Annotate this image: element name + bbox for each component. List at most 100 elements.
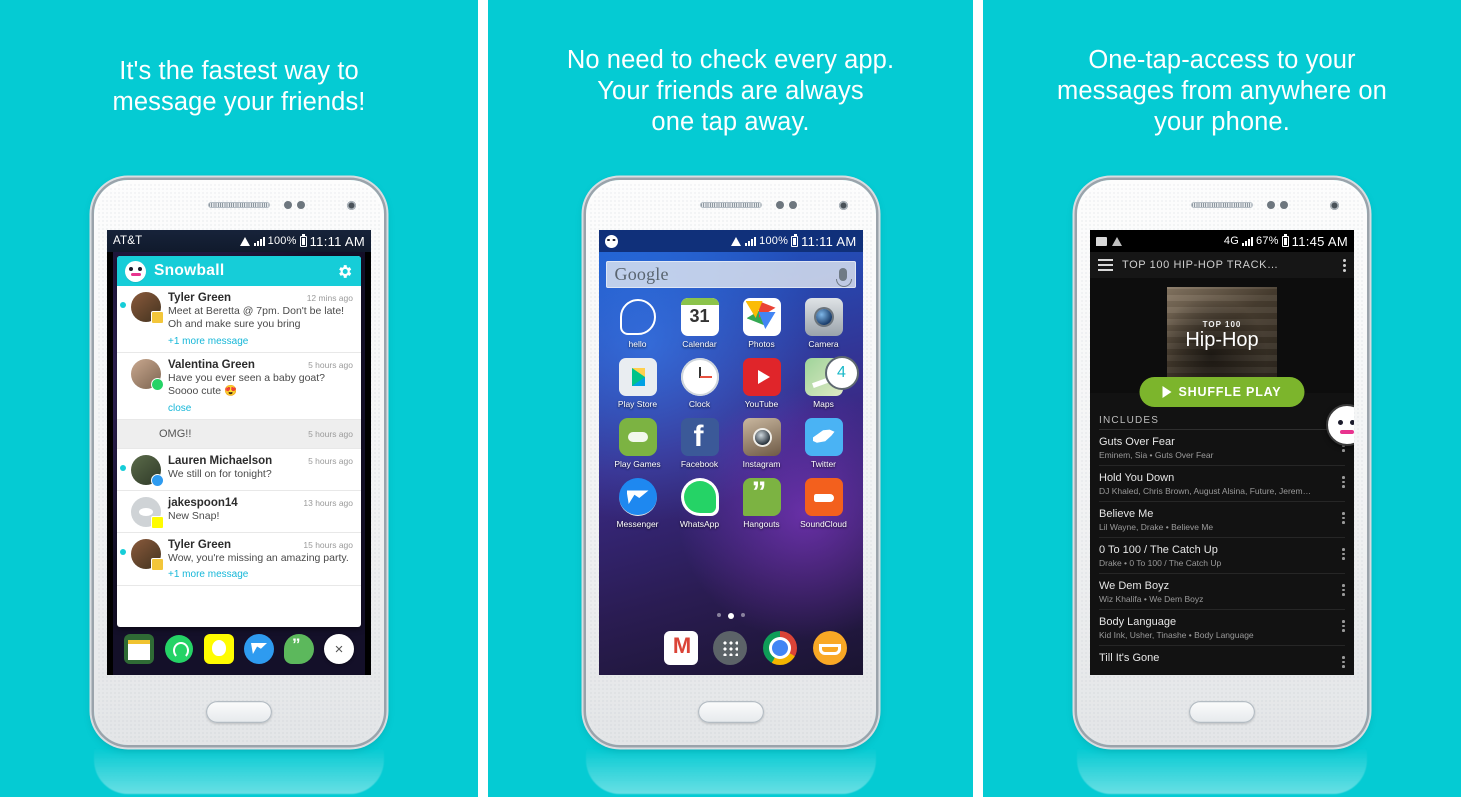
app-clock[interactable]: Clock (669, 358, 731, 409)
more-messages-link[interactable]: +1 more message (168, 569, 353, 580)
avatar (131, 358, 164, 391)
track-subtitle: Kid Ink, Usher, Tinashe • Body Language (1099, 630, 1254, 640)
gear-icon[interactable] (336, 263, 353, 280)
message-time: 13 hours ago (303, 497, 353, 508)
app-play-store[interactable]: Play Store (607, 358, 669, 409)
kebab-menu-icon[interactable] (1342, 580, 1345, 596)
app-whatsapp[interactable]: WhatsApp (669, 478, 731, 529)
front-camera (1330, 201, 1339, 210)
track-row[interactable]: Till It's Gone (1099, 645, 1345, 673)
chrome-icon[interactable] (763, 631, 798, 665)
app-youtube[interactable]: YouTube (731, 358, 793, 409)
app-label: Camera (808, 339, 839, 349)
app-camera[interactable]: Camera (793, 298, 855, 349)
home-button[interactable] (1189, 701, 1255, 723)
phone-screen-1: AT&T 100% 11:11 AM Snowball Tyler Green … (107, 230, 371, 675)
app-instagram[interactable]: Instagram (731, 418, 793, 469)
track-row[interactable]: Guts Over Fear Eminem, Sia • Guts Over Fe… (1099, 429, 1345, 465)
phone-reflection (94, 748, 384, 794)
app-twitter[interactable]: Twitter (793, 418, 855, 469)
track-row[interactable]: 0 To 100 / The Catch Up Drake • 0 To 100 … (1099, 537, 1345, 573)
source-snapchat-icon (151, 515, 164, 529)
messenger-icon[interactable] (244, 634, 274, 664)
app-label: Messenger (616, 519, 659, 529)
snowball-badge-count[interactable]: 4 (824, 356, 859, 390)
snapchat-icon[interactable] (204, 634, 234, 664)
mail-icon[interactable] (124, 634, 154, 664)
page-indicator (599, 613, 863, 619)
avatar (131, 292, 164, 324)
camera-icon (804, 298, 843, 336)
album-art-area: TOP 100 Hip-Hop SHUFFLE PLAY (1090, 278, 1354, 407)
app-soundcloud[interactable]: SoundCloud (793, 478, 855, 529)
kebab-menu-icon[interactable] (1342, 652, 1345, 668)
clock-label: 11:11 AM (801, 233, 857, 249)
headline-line: your phone. (1154, 108, 1290, 137)
home-button[interactable] (697, 701, 764, 723)
battery-icon (299, 233, 307, 247)
signal-bars-icon (253, 236, 265, 246)
kebab-menu-icon[interactable] (1342, 544, 1345, 560)
message-row[interactable]: Valentina Green 5 hours ago Have you eve… (117, 353, 361, 420)
app-play-games[interactable]: Play Games (607, 418, 669, 469)
hangouts-icon (742, 476, 781, 516)
track-row[interactable]: Body Language Kid Ink, Usher, Tinashe • B… (1099, 609, 1345, 645)
app-photos[interactable]: Photos (731, 298, 793, 349)
app-calendar[interactable]: Calendar (669, 298, 731, 349)
track-row[interactable]: Believe Me Lil Wayne, Drake • Believe Me (1099, 501, 1345, 537)
headline-line: message your friends! (112, 88, 366, 117)
snowball-card: Snowball Tyler Green 12 mins ago Meet at… (117, 256, 361, 627)
whatsapp-icon[interactable] (164, 634, 194, 664)
message-icon (1096, 236, 1107, 246)
track-row[interactable]: We Dem Boyz Wiz Khalifa • We Dem Boyz (1099, 573, 1345, 609)
track-title: We Dem Boyz (1099, 580, 1170, 592)
earpiece-speaker (1191, 202, 1253, 208)
instagram-icon (742, 418, 781, 456)
google-search-bar[interactable]: Google (605, 261, 856, 288)
app-label: Play Games (614, 459, 661, 469)
twitter-icon (804, 418, 843, 456)
kebab-menu-icon[interactable] (1343, 258, 1346, 272)
message-row[interactable]: jakespoon14 13 hours ago New Snap! (117, 491, 361, 533)
source-messenger-icon (151, 473, 164, 487)
panel-1-headline: It's the fastest way to message your fri… (0, 56, 478, 118)
message-row[interactable]: Tyler Green 12 mins ago Meet at Beretta … (117, 286, 361, 353)
shuffle-play-button[interactable]: SHUFFLE PLAY (1139, 377, 1305, 407)
track-row[interactable]: Hold You Down DJ Khaled, Chris Brown, Aug… (1099, 465, 1345, 501)
kebab-menu-icon[interactable] (1342, 472, 1345, 488)
wallpaper-1: Snowball Tyler Green 12 mins ago Meet at… (113, 252, 365, 675)
more-messages-link[interactable]: +1 more message (168, 336, 353, 347)
hangouts-icon[interactable]: ” (284, 634, 314, 664)
app-facebook[interactable]: Facebook (669, 418, 731, 469)
google-logo: Google (614, 264, 669, 284)
wifi-icon (239, 236, 251, 246)
home-button[interactable] (206, 701, 272, 723)
hamburger-menu-icon[interactable] (1098, 258, 1113, 272)
app-hangouts[interactable]: Hangouts (731, 476, 793, 529)
battery-percent: 100% (759, 235, 789, 247)
app-maps[interactable]: 4 Maps (793, 356, 859, 409)
app-hello[interactable]: hello (607, 298, 669, 349)
kebab-menu-icon[interactable] (1342, 508, 1345, 524)
app-drawer-icon[interactable] (713, 631, 748, 665)
wifi-icon (731, 236, 742, 246)
network-type: 4G (1223, 235, 1239, 247)
play-music-icon[interactable] (812, 631, 847, 665)
close-link[interactable]: close (168, 403, 353, 414)
earpiece-speaker (699, 202, 762, 208)
close-icon[interactable]: × (324, 634, 354, 664)
headline-line: It's the fastest way to (119, 57, 359, 85)
app-grid: hello Calendar Photos Camera Play Store … (599, 298, 863, 529)
reply-row[interactable]: OMG!! 5 hours ago (117, 419, 361, 449)
message-row[interactable]: Tyler Green 15 hours ago Wow, you're mis… (117, 533, 361, 587)
kebab-menu-icon[interactable] (1342, 616, 1345, 632)
headline-line: one tap away. (651, 108, 810, 137)
message-row[interactable]: Lauren Michaelson 5 hours ago We still o… (117, 449, 361, 491)
app-messenger[interactable]: Messenger (607, 478, 669, 529)
play-store-icon (618, 358, 657, 396)
unread-dot (120, 464, 126, 471)
app-label: Facebook (680, 459, 719, 469)
gmail-icon[interactable] (663, 631, 698, 665)
microphone-icon[interactable] (835, 268, 852, 287)
app-label: Calendar (682, 339, 717, 349)
